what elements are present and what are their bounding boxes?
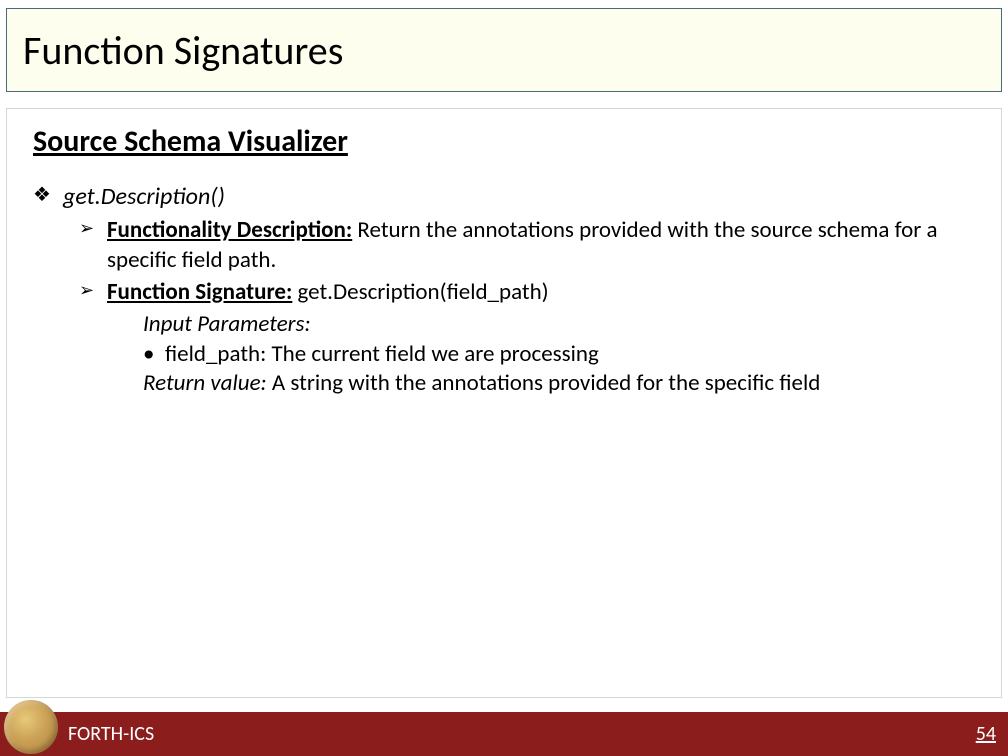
param-desc: The current field we are processing: [266, 340, 599, 368]
slide-title: Function Signatures: [23, 26, 343, 75]
page-number: 54: [976, 722, 996, 746]
function-signature: Function Signature: get.Description(fiel…: [107, 278, 549, 308]
footer-inner: FORTH-ICS 54: [54, 712, 1008, 756]
function-name: get.Description(): [63, 182, 225, 212]
return-value-line: Return value: A string with the annotati…: [143, 369, 975, 399]
param-item: • field_path: The current field we are p…: [143, 340, 975, 370]
functionality-description: Functionality Description: Return the an…: [107, 216, 975, 276]
input-params-heading: Input Parameters:: [143, 310, 975, 340]
bullet-level-2: ➢ Functionality Description: Return the …: [79, 216, 975, 276]
footer-bar: FORTH-ICS 54: [0, 712, 1008, 756]
funcdesc-label: Functionality Description:: [107, 216, 352, 244]
org-logo-icon: [4, 700, 58, 754]
section-title: Source Schema Visualizer: [33, 123, 975, 160]
params-block: Input Parameters: • field_path: The curr…: [143, 310, 975, 400]
funcsig-text: get.Description(field_path): [292, 278, 548, 306]
bullet-level-1: ❖ get.Description(): [33, 182, 975, 212]
bullet-level-2: ➢ Function Signature: get.Description(fi…: [79, 278, 975, 308]
return-text: A string with the annotations provided f…: [267, 369, 821, 397]
arrow-bullet-icon: ➢: [79, 216, 107, 240]
slide: Function Signatures Source Schema Visual…: [0, 0, 1008, 756]
dot-bullet-icon: •: [143, 340, 165, 370]
diamond-bullet-icon: ❖: [33, 182, 63, 208]
param-name: field_path:: [165, 340, 266, 368]
footer-org: FORTH-ICS: [68, 722, 154, 746]
body-box: Source Schema Visualizer ❖ get.Descripti…: [6, 108, 1002, 698]
return-label: Return value:: [143, 369, 267, 397]
param-text: field_path: The current field we are pro…: [165, 340, 599, 370]
title-box: Function Signatures: [6, 8, 1002, 92]
arrow-bullet-icon: ➢: [79, 278, 107, 302]
funcsig-label: Function Signature:: [107, 278, 292, 306]
